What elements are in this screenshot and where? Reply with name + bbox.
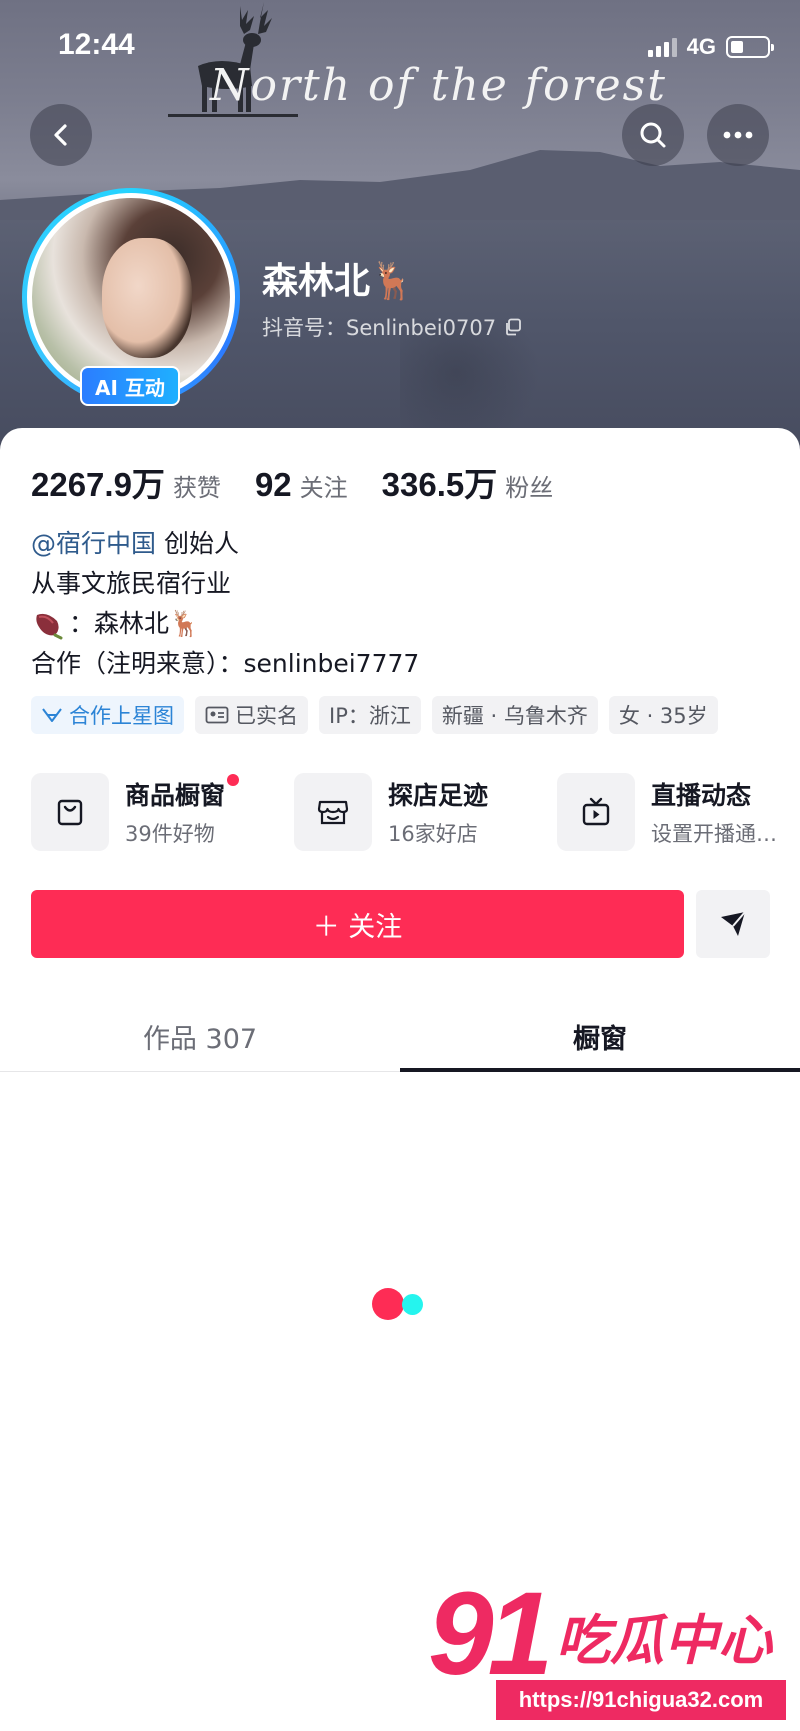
feature-entries: 商品橱窗 39件好物 探店足迹 16家好店 直播动态 设置开播通…	[31, 772, 791, 852]
feature-title: 商品橱窗	[125, 774, 240, 812]
cover-title: North of the forest	[210, 60, 667, 111]
profile-card: 2267.9万 获赞 92 关注 336.5万 粉丝 @宿行中国 创始人 从事文…	[0, 428, 800, 1731]
watermark-name: 吃瓜中心	[556, 1609, 772, 1672]
tag-label: 女 · 35岁	[618, 704, 708, 728]
tag-gender-age: 女 · 35岁	[608, 696, 718, 734]
network-type: 4G	[686, 34, 716, 59]
stat-value: 92	[254, 466, 292, 503]
tab-active-indicator	[400, 1068, 800, 1072]
tv-icon	[582, 797, 610, 826]
watermark: 91 吃瓜中心 https://91chigua32.com	[428, 1568, 788, 1726]
tag-label: IP：浙江	[329, 704, 411, 728]
profile-stats: 2267.9万 获赞 92 关注 336.5万 粉丝	[31, 458, 553, 506]
stat-label: 粉丝	[505, 474, 554, 502]
battery-icon	[726, 36, 774, 58]
watermark-url: https://91chigua32.com	[496, 1680, 786, 1720]
tag-xingtu[interactable]: 合作上星图	[31, 696, 184, 734]
douyin-id-text: 抖音号：Senlinbei0707	[262, 316, 497, 340]
stat-value: 2267.9万	[31, 466, 165, 503]
profile-tabs: 作品 307 橱窗	[0, 1000, 800, 1072]
share-button[interactable]	[696, 890, 770, 958]
feature-title: 探店足迹	[388, 781, 489, 810]
profile-nickname: 森林北🦌	[262, 261, 415, 302]
feature-title: 直播动态	[651, 781, 752, 810]
bio-line: 合作（注明来意）：senlinbei7777	[31, 649, 420, 678]
douyin-id[interactable]: 抖音号：Senlinbei0707	[262, 312, 522, 342]
tab-works[interactable]: 作品 307	[0, 1000, 400, 1072]
shopping-bag-icon	[57, 799, 83, 826]
back-button[interactable]	[30, 104, 92, 166]
bio-text: ：森林北🦌	[69, 609, 201, 638]
tag-label: 合作上星图	[69, 704, 174, 728]
bio-role: 创始人	[164, 529, 240, 558]
status-indicators: 4G	[647, 34, 774, 60]
feature-showcase[interactable]: 商品橱窗 39件好物	[31, 772, 281, 852]
tag-verified[interactable]: 已实名	[195, 696, 308, 734]
copy-icon[interactable]	[504, 318, 522, 336]
id-card-icon	[205, 706, 229, 724]
send-icon	[721, 911, 746, 936]
ai-interact-badge[interactable]: AI 互动	[80, 366, 180, 406]
status-time: 12:44	[58, 28, 135, 61]
bio-line: @宿行中国 创始人	[31, 524, 419, 564]
store-icon	[317, 800, 349, 825]
stat-followers[interactable]: 336.5万 粉丝	[382, 458, 554, 506]
xingtu-icon	[42, 708, 62, 722]
bio-mention-link[interactable]: @宿行中国	[31, 524, 156, 564]
tag-label: 已实名	[235, 704, 298, 728]
more-icon	[723, 131, 753, 139]
stat-likes[interactable]: 2267.9万 获赞	[31, 458, 221, 506]
feature-subtitle: 16家好店	[388, 822, 478, 846]
search-button[interactable]	[622, 104, 684, 166]
profile-tags: 合作上星图 已实名 IP：浙江 新疆 · 乌鲁木齐 女 · 35岁	[31, 696, 718, 734]
tag-label: 新疆 · 乌鲁木齐	[441, 704, 588, 728]
notification-dot	[227, 774, 240, 786]
follow-button[interactable]: ＋ 关注	[31, 890, 684, 958]
bio-line: 从事文旅民宿行业	[31, 569, 232, 598]
chevron-left-icon	[54, 124, 67, 146]
tag-location: 新疆 · 乌鲁木齐	[431, 696, 598, 734]
profile-bio: @宿行中国 创始人 从事文旅民宿行业 ：森林北🦌 合作（注明来意）：senlin…	[31, 524, 419, 684]
feature-subtitle: 39件好物	[125, 822, 215, 846]
stat-label: 关注	[299, 474, 348, 502]
more-button[interactable]	[707, 104, 769, 166]
bio-line: ：森林北🦌	[31, 604, 419, 644]
stat-following[interactable]: 92 关注	[255, 466, 348, 504]
stat-label: 获赞	[172, 474, 221, 502]
tab-showcase[interactable]: 橱窗	[400, 1000, 800, 1072]
tag-ip: IP：浙江	[319, 696, 421, 734]
feature-store-visits[interactable]: 探店足迹 16家好店	[294, 772, 544, 852]
sweet-potato-icon	[36, 613, 63, 640]
feature-live[interactable]: 直播动态 设置开播通…	[557, 772, 800, 852]
stat-value: 336.5万	[381, 466, 498, 503]
loading-spinner	[372, 1288, 432, 1320]
signal-icon	[647, 37, 677, 57]
search-icon	[640, 122, 666, 148]
feature-subtitle: 设置开播通…	[651, 822, 777, 846]
